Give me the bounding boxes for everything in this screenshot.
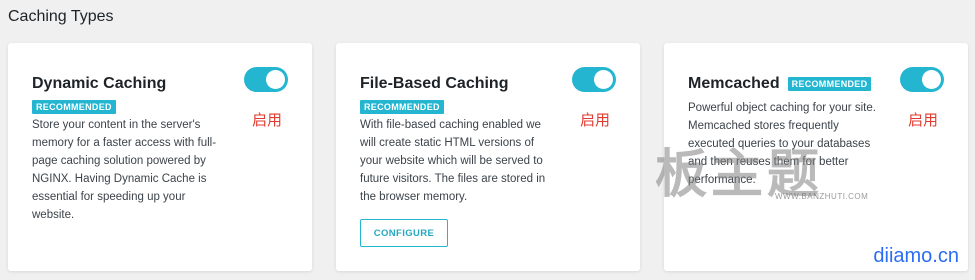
watermark: 板主题 WWW.BANZHUTI.COM — [655, 132, 895, 212]
card-title: File-Based Caching — [360, 75, 509, 92]
memcached-toggle[interactable] — [900, 67, 944, 92]
dynamic-caching-toggle[interactable] — [244, 67, 288, 92]
card-title: Dynamic Caching — [32, 75, 167, 92]
site-watermark: diiamo.cn — [873, 245, 959, 267]
card-title: Memcached — [688, 75, 780, 92]
toggle-knob — [266, 70, 285, 89]
card-dynamic-caching: Dynamic Caching RECOMMENDED Store your c… — [8, 43, 312, 271]
file-based-caching-toggle[interactable] — [572, 67, 616, 92]
card-description: Store your content in the server's memor… — [32, 119, 217, 221]
enabled-label: 启用 — [908, 112, 939, 129]
toggle-knob — [922, 70, 941, 89]
recommended-badge: RECOMMENDED — [360, 100, 444, 114]
enabled-label: 启用 — [580, 112, 611, 129]
recommended-badge: RECOMMENDED — [32, 100, 116, 114]
enabled-label: 启用 — [252, 112, 283, 129]
toggle-knob — [594, 70, 613, 89]
card-file-based-caching: File-Based Caching RECOMMENDED With file… — [336, 43, 640, 271]
card-description: With file-based caching enabled we will … — [360, 119, 546, 203]
configure-button[interactable]: CONFIGURE — [360, 219, 448, 247]
card-title-row: Memcached RECOMMENDED — [688, 75, 872, 93]
recommended-badge: RECOMMENDED — [787, 77, 872, 91]
watermark-url: WWW.BANZHUTI.COM — [775, 192, 869, 201]
section-title: Caching Types — [8, 8, 114, 25]
